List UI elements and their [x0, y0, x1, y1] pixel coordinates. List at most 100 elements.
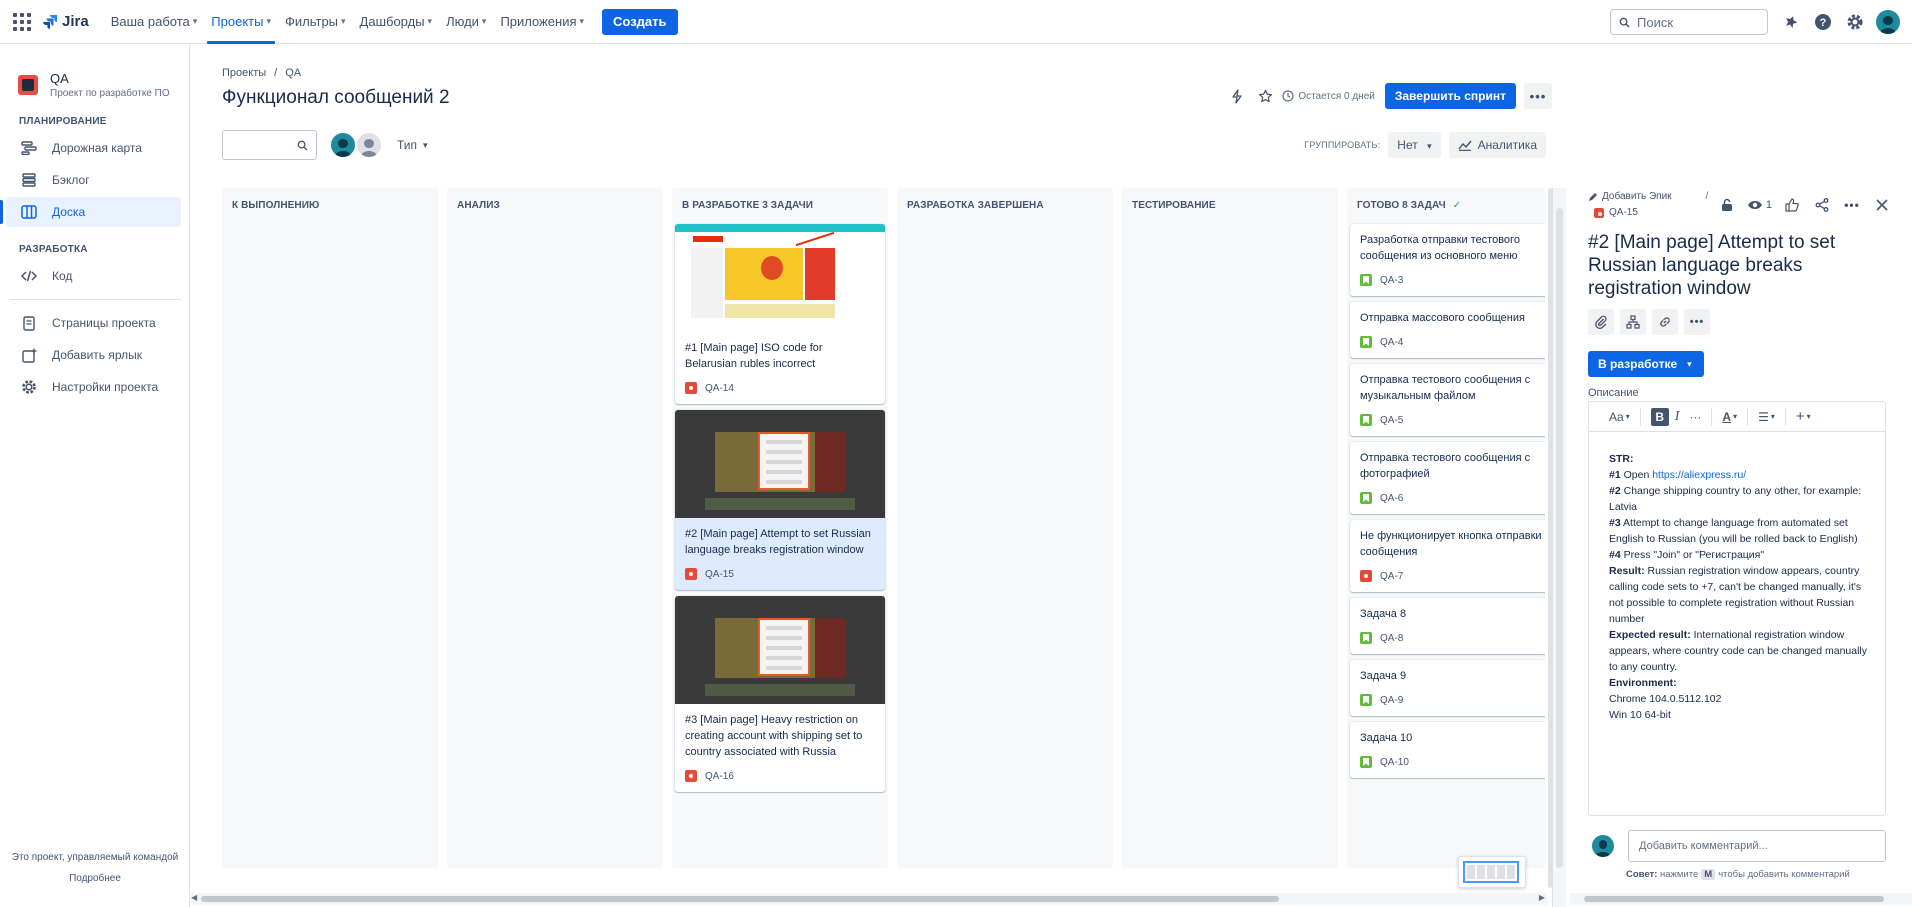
issue-card-qa-3[interactable]: Разработка отправки тестового сообщения …	[1350, 224, 1545, 296]
description-editor[interactable]: Aa ▾ B I ··· A ▾ ☰ ▾ + ▾ STR: #1 Open https:…	[1588, 401, 1886, 816]
analytics-button[interactable]: Аналитика	[1448, 132, 1546, 158]
create-button[interactable]: Создать	[602, 8, 678, 35]
chevron-down-icon: ▾	[266, 16, 271, 26]
chevron-down-icon: ▾	[1687, 358, 1692, 369]
insert-dropdown[interactable]: + ▾	[1796, 408, 1811, 425]
story-icon	[1360, 632, 1372, 644]
nav-dashboards[interactable]: Дашборды ▾	[360, 0, 433, 44]
issue-detail-panel: Добавить Эпик / QA-15 1 ••• #2 [Main pag…	[1552, 45, 1912, 907]
column-analysis: АНАЛИЗ	[447, 188, 663, 868]
assignee-filter-avatar[interactable]	[329, 131, 357, 159]
notifications-icon[interactable]	[1780, 11, 1802, 33]
watchers-button[interactable]: 1	[1747, 195, 1772, 215]
nav-people[interactable]: Люди ▾	[446, 0, 486, 44]
lightning-icon[interactable]	[1226, 85, 1248, 107]
issue-card-qa-9[interactable]: Задача 9 QA-9	[1350, 660, 1545, 716]
sidebar-item-label: Страницы проекта	[52, 316, 156, 330]
star-icon[interactable]	[1254, 85, 1276, 107]
learn-more-link[interactable]: Подробнее	[0, 868, 190, 889]
sidebar-item-board[interactable]: Доска	[0, 197, 181, 227]
link-issue-button[interactable]	[1652, 309, 1678, 335]
card-summary: #2 [Main page] Attempt to set Russian la…	[685, 528, 871, 556]
tip-text: чтобы добавить комментарий	[1718, 869, 1850, 880]
plus-icon: +	[1795, 408, 1805, 425]
description-content[interactable]: STR: #1 Open https://aliexpress.ru/ #2 C…	[1589, 432, 1885, 723]
unassigned-filter-avatar[interactable]	[355, 131, 383, 159]
user-avatar[interactable]	[1876, 10, 1900, 34]
type-filter-dropdown[interactable]: Тип ▾	[397, 138, 428, 152]
thumbs-up-icon[interactable]	[1782, 195, 1802, 215]
close-icon[interactable]	[1872, 195, 1892, 215]
scroll-left-icon[interactable]: ◀	[191, 893, 197, 902]
card-summary: Разработка отправки тестового сообщения …	[1360, 234, 1520, 262]
sidebar-footer: Это проект, управляемый командой Подробн…	[0, 847, 190, 889]
issue-card-qa-16[interactable]: #3 [Main page] Heavy restriction on crea…	[675, 596, 885, 792]
italic-button[interactable]: I	[1675, 409, 1680, 425]
complete-sprint-button[interactable]: Завершить спринт	[1384, 83, 1516, 109]
column-todo: К ВЫПОЛНЕНИЮ	[222, 188, 438, 868]
more-formatting-button[interactable]: ···	[1689, 410, 1701, 424]
issue-card-qa-7[interactable]: Не функционирует кнопка отправки сообщен…	[1350, 520, 1545, 592]
nav-your-work[interactable]: Ваша работа ▾	[111, 0, 198, 44]
sidebar-item-roadmap[interactable]: Дорожная карта	[0, 133, 181, 163]
text-style-dropdown[interactable]: Aa ▾	[1609, 410, 1630, 424]
child-issue-button[interactable]	[1620, 309, 1646, 335]
story-icon	[1360, 414, 1372, 426]
issue-card-qa-5[interactable]: Отправка тестового сообщения с музыкальн…	[1350, 364, 1545, 436]
board-search-input[interactable]	[222, 130, 317, 160]
panel-resize-handle[interactable]	[1552, 188, 1566, 907]
bold-button[interactable]: B	[1650, 407, 1669, 426]
watchers-count: 1	[1765, 199, 1772, 211]
lock-icon[interactable]	[1717, 195, 1737, 215]
text-color-dropdown[interactable]: A ▾	[1722, 410, 1737, 424]
scroll-right-icon[interactable]: ▶	[1539, 893, 1545, 902]
app-switcher-icon[interactable]	[12, 12, 32, 32]
days-left-text: Остается 0 дней	[1298, 90, 1375, 102]
global-search-input[interactable]: Поиск	[1610, 9, 1768, 35]
card-summary: Отправка тестового сообщения с музыкальн…	[1360, 374, 1531, 402]
group-by-select[interactable]: Нет ▾	[1388, 132, 1441, 158]
issue-card-qa-15[interactable]: #2 [Main page] Attempt to set Russian la…	[675, 410, 885, 590]
comment-input[interactable]: Добавить комментарий...	[1628, 830, 1886, 862]
status-dropdown[interactable]: В разработке ▾	[1588, 351, 1704, 377]
help-icon[interactable]: ?	[1812, 11, 1834, 33]
breadcrumb-projects[interactable]: Проекты	[222, 67, 266, 79]
aliexpress-link[interactable]: https://aliexpress.ru/	[1652, 469, 1746, 481]
sprint-time-remaining: Остается 0 дней	[1282, 90, 1375, 102]
step-text: Press "Join" or "Регистрация"	[1620, 549, 1765, 561]
add-epic-link[interactable]: Добавить Эпик	[1588, 191, 1672, 202]
issue-card-qa-4[interactable]: Отправка массового сообщения QA-4	[1350, 302, 1545, 358]
issue-card-qa-10[interactable]: Задача 10 QA-10	[1350, 722, 1545, 778]
board-horizontal-scrollbar[interactable]: ◀ ▶	[191, 893, 1547, 905]
more-actions-icon[interactable]: •••	[1684, 309, 1710, 335]
issue-title[interactable]: #2 [Main page] Attempt to set Russian la…	[1588, 231, 1888, 300]
list-dropdown[interactable]: ☰ ▾	[1758, 410, 1775, 424]
panel-horizontal-scrollbar[interactable]	[1570, 893, 1912, 905]
issue-card-qa-6[interactable]: Отправка тестового сообщения с фотографи…	[1350, 442, 1545, 514]
bug-icon	[1594, 207, 1604, 218]
nav-projects[interactable]: Проекты ▾	[207, 0, 275, 44]
step-number: #1	[1609, 469, 1621, 481]
board-minimap[interactable]	[1458, 856, 1526, 888]
sidebar-item-backlog[interactable]: Бэклог	[0, 165, 181, 195]
nav-apps[interactable]: Приложения ▾	[500, 0, 584, 44]
project-name: QA	[50, 71, 69, 86]
more-options-icon[interactable]: •••	[1842, 195, 1862, 215]
breadcrumb-project[interactable]: QA	[285, 67, 301, 79]
column-title: К ВЫПОЛНЕНИЮ	[232, 200, 320, 211]
nav-filters[interactable]: Фильтры ▾	[285, 0, 346, 44]
sidebar-item-add-shortcut[interactable]: Добавить ярлык	[0, 340, 181, 370]
sidebar-item-project-settings[interactable]: Настройки проекта	[0, 372, 181, 402]
more-actions-button[interactable]: •••	[1524, 83, 1552, 109]
share-icon[interactable]	[1812, 195, 1832, 215]
issue-key-link[interactable]: QA-15	[1594, 207, 1638, 218]
project-header[interactable]: QA Проект по разработке ПО	[0, 45, 189, 99]
issue-card-qa-8[interactable]: Задача 8 QA-8	[1350, 598, 1545, 654]
attach-button[interactable]	[1588, 309, 1614, 335]
sidebar-item-code[interactable]: Код	[0, 261, 181, 291]
sidebar-item-project-pages[interactable]: Страницы проекта	[0, 308, 181, 338]
card-key: QA-6	[1380, 492, 1404, 504]
issue-card-qa-14[interactable]: #1 [Main page] ISO code for Belarusian r…	[675, 224, 885, 404]
jira-logo[interactable]: Jira	[42, 13, 89, 30]
settings-gear-icon[interactable]	[1844, 11, 1866, 33]
